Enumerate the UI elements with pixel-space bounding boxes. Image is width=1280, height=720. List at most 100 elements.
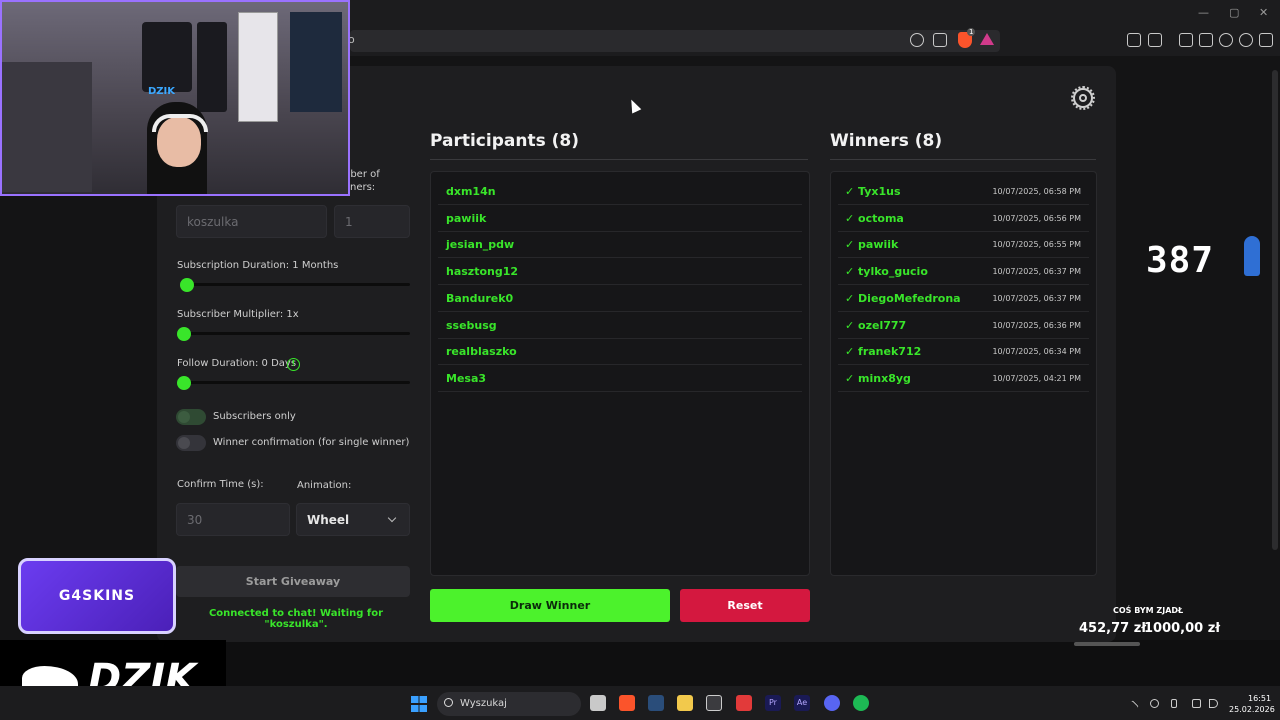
participant-row: dxm14n <box>438 179 802 205</box>
winners-divider <box>830 159 1096 160</box>
share-icon[interactable] <box>933 33 947 47</box>
participant-row: ssebusg <box>438 313 802 339</box>
donation-goal-current: 452,77 zł <box>1079 621 1147 636</box>
winner-name: ✓ Tyx1us <box>845 185 901 198</box>
edit-app-icon[interactable] <box>736 695 752 711</box>
leo-ai-icon[interactable] <box>1219 33 1233 47</box>
winner-timestamp: 10/07/2025, 04:21 PM <box>992 373 1081 383</box>
participant-name: pawiik <box>446 211 487 225</box>
close-icon[interactable]: ✕ <box>1259 6 1268 19</box>
confirm-time-label: Confirm Time (s): <box>177 479 264 490</box>
participant-row: realblaszko <box>438 339 802 366</box>
winner-timestamp: 10/07/2025, 06:36 PM <box>992 320 1081 330</box>
winner-row: ✓ ozel777 10/07/2025, 06:36 PM <box>838 313 1089 339</box>
brave-taskbar-icon[interactable] <box>619 695 635 711</box>
winner-timestamp: 10/07/2025, 06:55 PM <box>992 240 1081 250</box>
participants-divider <box>430 159 808 160</box>
subscription-duration-label: Subscription Duration: 1 Months <box>177 260 339 271</box>
winner-confirmation-toggle[interactable] <box>176 435 206 451</box>
viewer-counter: 387 <box>1146 240 1215 281</box>
subscriber-multiplier-handle[interactable] <box>177 327 191 341</box>
winners-list: ✓ Tyx1us 10/07/2025, 06:58 PM ✓ octoma 10/0… <box>830 171 1097 576</box>
subscription-duration-slider[interactable] <box>180 283 410 286</box>
reset-button[interactable]: Reset <box>680 589 810 622</box>
participant-row: hasztong12 <box>438 259 802 286</box>
taskbar <box>0 686 1280 720</box>
connection-status: Connected to chat! Waiting for "koszulka… <box>208 608 384 630</box>
winner-row: ✓ franek712 10/07/2025, 06:34 PM <box>838 339 1089 366</box>
winner-timestamp: 10/07/2025, 06:58 PM <box>992 187 1081 196</box>
minimize-icon[interactable]: — <box>1198 6 1209 19</box>
winner-name: ✓ franek712 <box>845 345 922 359</box>
participant-name: hasztong12 <box>446 265 519 279</box>
wallet-icon[interactable] <box>1199 33 1213 47</box>
after-effects-icon[interactable]: Ae <box>794 695 810 711</box>
obs-icon[interactable] <box>706 695 722 711</box>
menu-icon[interactable] <box>1259 33 1273 47</box>
settings-gear-icon[interactable] <box>1071 86 1095 110</box>
search-icon <box>444 698 453 707</box>
sidebar-icon[interactable] <box>1179 33 1193 47</box>
subscriber-multiplier-slider[interactable] <box>180 332 410 335</box>
steam-icon[interactable] <box>648 695 664 711</box>
info-icon[interactable]: ! <box>287 358 300 371</box>
taskbar-search-label: Wyszukaj <box>460 698 507 709</box>
winner-name: ✓ pawiik <box>845 238 899 252</box>
task-view-icon[interactable] <box>590 695 606 711</box>
participants-title: Participants (8) <box>430 131 579 151</box>
follow-duration-label: Follow Duration: 0 Days <box>177 358 297 369</box>
winners-count-input[interactable]: 1 <box>334 205 410 238</box>
winner-name: ✓ tylko_gucio <box>845 265 928 279</box>
taskbar-search[interactable] <box>437 692 581 716</box>
winners-title: Winners (8) <box>830 131 943 151</box>
microphone-icon[interactable] <box>1171 699 1177 708</box>
volume-icon[interactable] <box>1209 699 1218 708</box>
subscribers-only-label: Subscribers only <box>213 411 296 422</box>
tab-icon[interactable] <box>1148 33 1162 47</box>
participant-row: Bandurek0 <box>438 286 802 312</box>
follow-duration-handle[interactable] <box>177 376 191 390</box>
winners-count-label-line2: ners: <box>350 182 376 193</box>
translate-icon[interactable] <box>910 33 924 47</box>
winner-name: ✓ ozel777 <box>845 318 907 332</box>
participant-name: jesian_pdw <box>446 238 515 252</box>
premiere-icon[interactable]: Pr <box>765 695 781 711</box>
subscription-duration-handle[interactable] <box>180 278 194 292</box>
webcam-logo-text: DZIK <box>148 86 176 97</box>
network-icon[interactable] <box>1192 699 1201 708</box>
donation-goal-target: 1000,00 zł <box>1144 621 1221 636</box>
participant-row: pawiik <box>438 206 802 232</box>
subscribers-only-toggle[interactable] <box>176 409 206 425</box>
winner-timestamp: 10/07/2025, 06:37 PM <box>992 293 1081 303</box>
participant-name: realblaszko <box>446 345 517 359</box>
address-bar[interactable] <box>350 30 1000 52</box>
subscriber-multiplier-label: Subscriber Multiplier: 1x <box>177 309 299 320</box>
winner-confirmation-label: Winner confirmation (for single winner) <box>213 437 410 448</box>
winner-name: ✓ minx8yg <box>845 371 911 385</box>
taskbar-time[interactable]: 16:51 <box>1248 694 1271 703</box>
winner-row: ✓ Tyx1us 10/07/2025, 06:58 PM <box>838 179 1089 205</box>
donation-goal-bar <box>1074 642 1140 646</box>
draw-winner-button[interactable]: Draw Winner <box>430 589 670 622</box>
onedrive-icon[interactable] <box>1150 699 1159 708</box>
keyword-input[interactable]: koszulka <box>176 205 327 238</box>
taskbar-date[interactable]: 25.02.2026 <box>1229 705 1275 714</box>
start-giveaway-button[interactable]: Start Giveaway <box>176 566 410 597</box>
discord-icon[interactable] <box>824 695 840 711</box>
rewards-icon[interactable] <box>980 33 994 45</box>
winner-timestamp: 10/07/2025, 06:34 PM <box>992 347 1081 357</box>
spotify-icon[interactable] <box>853 695 869 711</box>
participant-row: jesian_pdw <box>438 232 802 259</box>
animation-label: Animation: <box>297 480 352 491</box>
maximize-icon[interactable]: ▢ <box>1229 6 1239 19</box>
follow-duration-slider[interactable] <box>180 381 410 384</box>
scrollbar[interactable] <box>1272 70 1278 550</box>
winner-row: ✓ octoma 10/07/2025, 06:56 PM <box>838 206 1089 232</box>
windows-start-icon[interactable] <box>411 696 427 712</box>
file-explorer-icon[interactable] <box>677 695 693 711</box>
extensions-icon[interactable] <box>1127 33 1141 47</box>
confirm-time-input[interactable]: 30 <box>176 503 290 536</box>
winner-row: ✓ DiegoMefedrona 10/07/2025, 06:37 PM <box>838 286 1089 312</box>
donation-goal-title: COŚ BYM ZJADŁ <box>1113 606 1184 615</box>
vpn-icon[interactable] <box>1239 33 1253 47</box>
